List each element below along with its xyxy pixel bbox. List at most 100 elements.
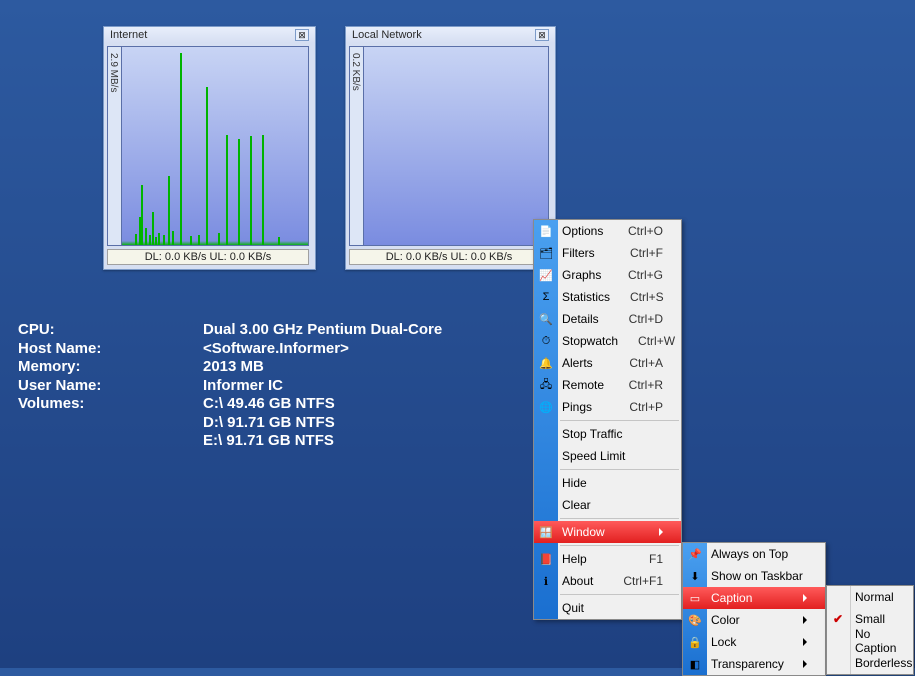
sysinfo-row: E:\ 91.71 GB NTFS [18,432,613,451]
sysinfo-row: Memory:2013 MB [18,358,613,377]
graph-spike [158,233,160,245]
graph-spike [278,237,280,245]
window-title: Internet [110,29,147,41]
menu-item-no-caption[interactable]: No Caption [827,630,913,652]
menu-item-label: Lock [711,635,795,649]
menu-item-options[interactable]: 📄 Options Ctrl+O [534,220,681,242]
menu-item-graphs[interactable]: 📈GraphsCtrl+G [534,264,681,286]
options-icon: 📄 [538,223,554,239]
menu-item-label: No Caption [855,627,896,655]
menu-shortcut: Ctrl+O [628,224,663,238]
menu-item-label: Stop Traffic [562,427,663,441]
menu-item-caption[interactable]: ▭Caption [683,587,825,609]
context-menu-window: 📌Always on Top⬇Show on Taskbar▭Caption🎨C… [682,542,826,676]
pings-icon: 🌐 [538,399,554,415]
menu-item-quit[interactable]: Quit [534,597,681,619]
menu-item-label: Quit [562,601,663,615]
sysinfo-row: CPU:Dual 3.00 GHz Pentium Dual-CoreE5700 [18,321,613,340]
menu-item-details[interactable]: 🔍DetailsCtrl+D [534,308,681,330]
menu-item-alerts[interactable]: 🔔AlertsCtrl+A [534,352,681,374]
menu-item-label: Statistics [562,290,610,304]
menu-item-label: Clear [562,498,663,512]
menu-item-label: Small [855,612,895,626]
menu-item-filters[interactable]: 🗂 Filters Ctrl+F [534,242,681,264]
menu-item-label: Graphs [562,268,608,282]
menu-item-remote[interactable]: 🖧 Remote Ctrl+R [534,374,681,396]
menu-shortcut: Ctrl+F1 [623,574,663,588]
sysinfo-label: Volumes: [18,395,203,414]
menu-item-hide[interactable]: Hide [534,472,681,494]
close-icon[interactable]: ⊠ [535,29,549,41]
menu-separator [560,518,679,519]
menu-item-label: Filters [562,246,610,260]
graph-spike [145,228,147,245]
lock-icon: 🔒 [687,634,703,650]
system-info: CPU:Dual 3.00 GHz Pentium Dual-CoreE5700… [18,321,613,451]
sysinfo-label: Memory: [18,358,203,377]
filters-icon: 🗂 [538,245,554,261]
menu-item-label: Window [562,525,651,539]
menu-shortcut: Ctrl+F [630,246,663,260]
menu-item-show-on-taskbar[interactable]: ⬇Show on Taskbar [683,565,825,587]
graph-spike [190,236,192,245]
menu-item-lock[interactable]: 🔒 Lock [683,631,825,653]
window-title: Local Network [352,29,422,41]
menu-item-about[interactable]: ℹ About Ctrl+F1 [534,570,681,592]
graph-body: 2.9 MB/s [107,46,309,246]
color-icon: 🎨 [687,612,703,628]
sysinfo-value: D:\ 91.71 GB NTFS [203,414,533,433]
help-icon: 📕 [538,551,554,567]
remote-icon: 🖧 [538,377,554,393]
menu-item-label: Alerts [562,356,609,370]
menu-item-borderless[interactable]: Borderless [827,652,913,674]
menu-separator [560,420,679,421]
menu-shortcut: Ctrl+R [629,378,663,392]
submenu-arrow-icon [803,616,807,624]
menu-item-always-on-top[interactable]: 📌Always on Top [683,543,825,565]
window-titlebar[interactable]: Local Network ⊠ [346,27,555,43]
menu-item-label: Options [562,224,608,238]
graph-spike [226,135,228,245]
graph-spike [250,136,252,245]
menu-item-label: Show on Taskbar [711,569,807,583]
graph-spike [238,139,240,245]
sysinfo-value: <Software.Informer> [203,340,533,359]
menu-item-label: About [562,574,603,588]
menu-separator [560,545,679,546]
graph-spike [198,235,200,245]
context-menu-main: 📄OptionsCtrl+O🗂FiltersCtrl+F📈GraphsCtrl+… [533,219,682,620]
sysinfo-label: CPU: [18,321,203,340]
menu-item-label: Stopwatch [562,334,618,348]
menu-item-speed-limit[interactable]: Speed Limit [534,445,681,467]
menu-item-label: Transparency [711,657,795,671]
menu-item-statistics[interactable]: ΣStatisticsCtrl+S [534,286,681,308]
about-icon: ℹ [538,573,554,589]
graph-plot-area [122,47,308,245]
menu-item-transparency[interactable]: ◧Transparency [683,653,825,675]
menu-shortcut: Ctrl+G [628,268,663,282]
menu-item-help[interactable]: 📕HelpF1 [534,548,681,570]
menu-item-label: Speed Limit [562,449,663,463]
menu-item-stop-traffic[interactable]: Stop Traffic [534,423,681,445]
sysinfo-label: User Name: [18,377,203,396]
menu-item-label: Details [562,312,609,326]
menu-item-window[interactable]: 🪟Window [534,521,681,543]
menu-item-stopwatch[interactable]: ⏱StopwatchCtrl+W [534,330,681,352]
menu-item-color[interactable]: 🎨Color [683,609,825,631]
graph-spike [180,53,182,245]
menu-item-pings[interactable]: 🌐PingsCtrl+P [534,396,681,418]
window-titlebar[interactable]: Internet ⊠ [104,27,315,43]
graph-window[interactable]: Local Network⊠0.2 KB/sDL: 0.0 KB/s UL: 0… [345,26,556,270]
graph-spike [218,233,220,245]
submenu-arrow-icon [803,660,807,668]
menu-item-label: Always on Top [711,547,807,561]
menu-shortcut: Ctrl+W [638,334,675,348]
menu-item-normal[interactable]: Normal [827,586,913,608]
menu-item-clear[interactable]: Clear [534,494,681,516]
graph-window[interactable]: Internet⊠2.9 MB/sDL: 0.0 KB/s UL: 0.0 KB… [103,26,316,270]
menu-shortcut: Ctrl+S [630,290,664,304]
menu-item-label: Remote [562,378,609,392]
close-icon[interactable]: ⊠ [295,29,309,41]
sysinfo-value: Informer IC [203,377,533,396]
graph-spike [135,234,137,245]
